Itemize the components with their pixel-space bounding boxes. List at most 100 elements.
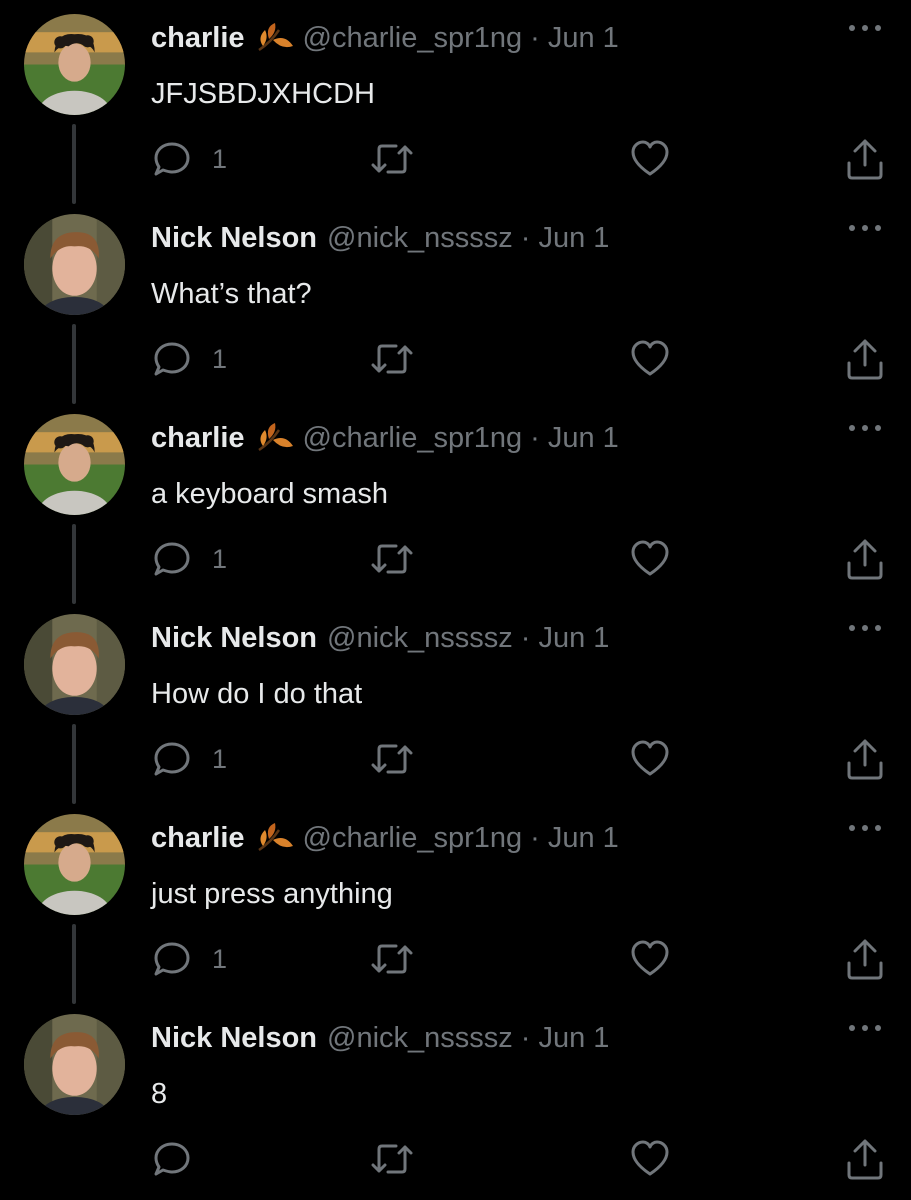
tweet-header: charlie @charlie_spr1ng · Jun 1 [151,818,619,858]
tweet-actions [0,1136,911,1182]
tweet[interactable]: charlie @charlie_spr1ng · Jun 1 just pre… [0,800,911,1004]
author-handle[interactable]: @nick_nssssz [327,218,513,258]
retweet-icon [371,144,413,174]
retweet-icon [371,1144,413,1174]
share-button[interactable] [845,536,885,582]
author-name[interactable]: Nick Nelson [151,1018,317,1058]
more-icon[interactable] [842,18,888,48]
tweet-text: 8 [151,1078,168,1110]
tweet-header: Nick Nelson @nick_nssssz · Jun 1 [151,618,609,658]
avatar-charlie[interactable] [24,414,125,515]
like-button[interactable] [630,936,670,982]
share-button[interactable] [845,336,885,382]
retweet-icon [371,944,413,974]
heart-icon [631,540,669,576]
tweet-header: charlie @charlie_spr1ng · Jun 1 [151,418,619,458]
tweet[interactable]: Nick Nelson @nick_nssssz · Jun 1 8 [0,1000,911,1200]
tweet-actions: 1 [0,136,911,182]
tweet-date[interactable]: Jun 1 [538,218,609,258]
reply-icon [154,942,190,976]
reply-button[interactable]: 1 [152,536,227,582]
retweet-button[interactable] [368,136,416,182]
heart-icon [631,940,669,976]
share-button[interactable] [845,136,885,182]
tweet-text: just press anything [151,878,393,910]
retweet-button[interactable] [368,1136,416,1182]
author-handle[interactable]: @nick_nssssz [327,618,513,658]
tweet-thread: charlie @charlie_spr1ng · Jun 1 JFJSBDJX… [0,0,911,1200]
author-name[interactable]: charlie [151,18,245,58]
author-name[interactable]: charlie [151,418,245,458]
avatar-charlie[interactable] [24,814,125,915]
heart-icon [631,1140,669,1176]
tweet[interactable]: Nick Nelson @nick_nssssz · Jun 1 How do … [0,600,911,804]
reply-button[interactable]: 1 [152,136,227,182]
avatar-nick[interactable] [24,1014,125,1115]
author-handle[interactable]: @charlie_spr1ng [303,18,523,58]
tweet-header: Nick Nelson @nick_nssssz · Jun 1 [151,218,609,258]
tweet-actions: 1 [0,936,911,982]
retweet-button[interactable] [368,336,416,382]
reply-button[interactable]: 1 [152,936,227,982]
tweet-date[interactable]: Jun 1 [538,1018,609,1058]
author-name[interactable]: Nick Nelson [151,218,317,258]
like-button[interactable] [630,136,670,182]
heart-icon [631,140,669,176]
share-icon [847,339,883,380]
share-button[interactable] [845,1136,885,1182]
tweet-header: charlie @charlie_spr1ng · Jun 1 [151,18,619,58]
reply-icon [154,542,190,576]
reply-count: 1 [212,143,228,174]
author-handle[interactable]: @nick_nssssz [327,1018,513,1058]
share-icon [847,539,883,580]
reply-count: 1 [212,543,228,574]
share-icon [847,939,883,980]
tweet-text: JFJSBDJXHCDH [151,78,375,110]
like-button[interactable] [630,736,670,782]
author-handle[interactable]: @charlie_spr1ng [303,818,523,858]
more-icon[interactable] [842,218,888,248]
tweet-text: What’s that? [151,278,312,310]
leaf-icon [255,20,295,56]
avatar-nick[interactable] [24,214,125,315]
more-icon[interactable] [842,618,888,648]
tweet-date[interactable]: Jun 1 [548,18,619,58]
tweet[interactable]: charlie @charlie_spr1ng · Jun 1 a keyboa… [0,400,911,604]
like-button[interactable] [630,1136,670,1182]
retweet-icon [371,344,413,374]
tweet-actions: 1 [0,336,911,382]
retweet-icon [371,744,413,774]
like-button[interactable] [630,536,670,582]
like-button[interactable] [630,336,670,382]
tweet-text: a keyboard smash [151,478,388,510]
retweet-button[interactable] [368,536,416,582]
avatar-charlie[interactable] [24,14,125,115]
share-icon [847,139,883,180]
reply-button[interactable] [152,1136,212,1182]
tweet[interactable]: Nick Nelson @nick_nssssz · Jun 1 What’s … [0,200,911,404]
tweet-header: Nick Nelson @nick_nssssz · Jun 1 [151,1018,609,1058]
tweet-date[interactable]: Jun 1 [538,618,609,658]
tweet-date[interactable]: Jun 1 [548,418,619,458]
share-button[interactable] [845,736,885,782]
more-icon[interactable] [842,418,888,448]
share-button[interactable] [845,936,885,982]
retweet-button[interactable] [368,736,416,782]
more-icon[interactable] [842,1018,888,1048]
author-handle[interactable]: @charlie_spr1ng [303,418,523,458]
tweet[interactable]: charlie @charlie_spr1ng · Jun 1 JFJSBDJX… [0,0,911,204]
author-name[interactable]: Nick Nelson [151,618,317,658]
tweet-date[interactable]: Jun 1 [548,818,619,858]
author-name[interactable]: charlie [151,818,245,858]
share-icon [847,739,883,780]
tweet-actions: 1 [0,536,911,582]
separator-dot: · [520,222,531,254]
retweet-button[interactable] [368,936,416,982]
more-icon[interactable] [842,818,888,848]
reply-count: 1 [212,743,228,774]
reply-button[interactable]: 1 [152,336,227,382]
tweet-actions: 1 [0,736,911,782]
avatar-nick[interactable] [24,614,125,715]
reply-button[interactable]: 1 [152,736,227,782]
separator-dot: · [520,1022,531,1054]
